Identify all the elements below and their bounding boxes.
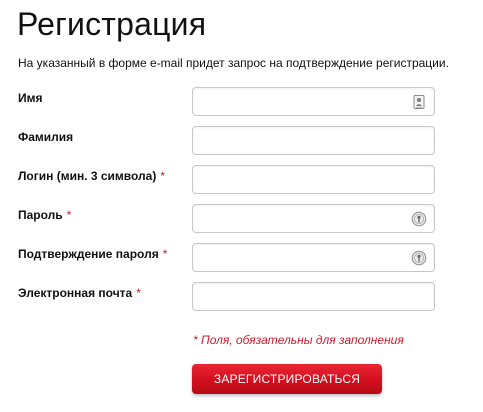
password-manager-icon[interactable] — [411, 211, 427, 227]
form-row-last-name: Фамилия — [0, 126, 483, 156]
required-marker: * — [66, 208, 72, 222]
login-label: Логин (мин. 3 символа) * — [18, 169, 166, 183]
form-row-password-confirm: Подтверждение пароля * — [0, 243, 483, 273]
required-marker: * — [160, 169, 166, 183]
password-confirm-label: Подтверждение пароля * — [18, 247, 168, 261]
contact-card-icon[interactable] — [411, 94, 427, 110]
registration-info-text: На указанный в форме e-mail придет запро… — [18, 56, 449, 70]
required-marker: * — [136, 286, 141, 300]
last-name-label: Фамилия — [18, 130, 74, 144]
required-marker: * — [162, 247, 168, 261]
form-row-email: Электронная почта * — [0, 282, 483, 312]
login-input[interactable] — [192, 165, 435, 194]
form-row-first-name: Имя — [0, 87, 483, 117]
password-confirm-input[interactable] — [192, 243, 435, 272]
first-name-input[interactable] — [192, 87, 435, 116]
email-label: Электронная почта * — [18, 286, 141, 300]
email-input[interactable] — [192, 282, 435, 311]
password-label: Пароль * — [18, 208, 72, 222]
required-fields-note: * Поля, обязательны для заполнения — [193, 333, 404, 347]
last-name-input[interactable] — [192, 126, 435, 155]
password-manager-icon[interactable] — [411, 250, 427, 266]
first-name-label: Имя — [18, 91, 43, 105]
form-row-login: Логин (мин. 3 символа) * — [0, 165, 483, 195]
register-button[interactable]: ЗАРЕГИСТРИРОВАТЬСЯ — [192, 364, 382, 394]
page-title: Регистрация — [17, 6, 207, 42]
password-input[interactable] — [192, 204, 435, 233]
form-row-password: Пароль * — [0, 204, 483, 234]
